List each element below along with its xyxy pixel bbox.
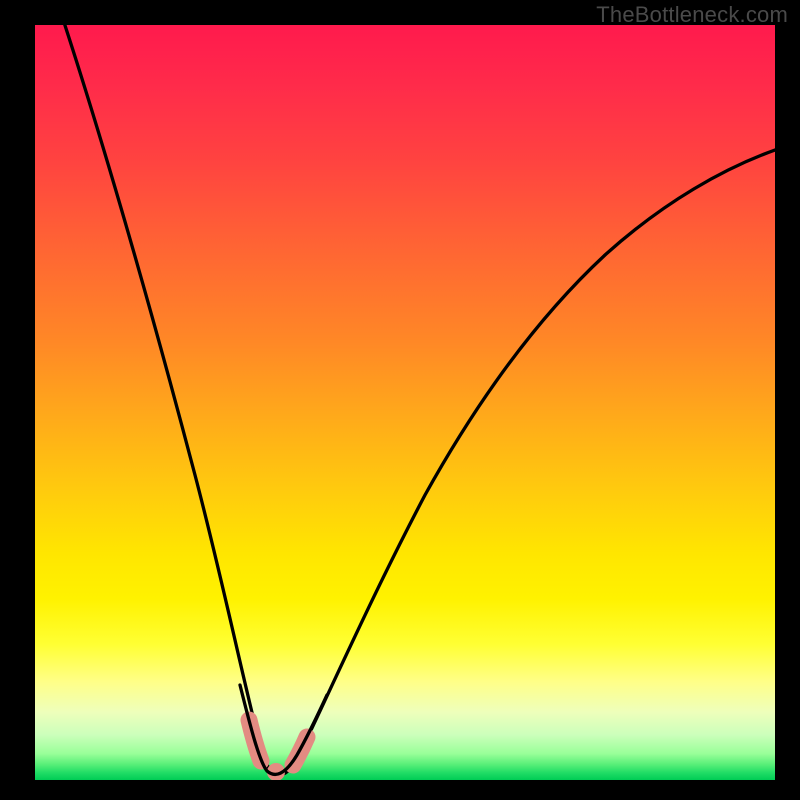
curve-layer <box>35 25 775 780</box>
plot-area <box>35 25 775 780</box>
chart-frame: TheBottleneck.com <box>0 0 800 800</box>
watermark-text: TheBottleneck.com <box>596 2 788 28</box>
bottleneck-curve <box>55 25 775 775</box>
